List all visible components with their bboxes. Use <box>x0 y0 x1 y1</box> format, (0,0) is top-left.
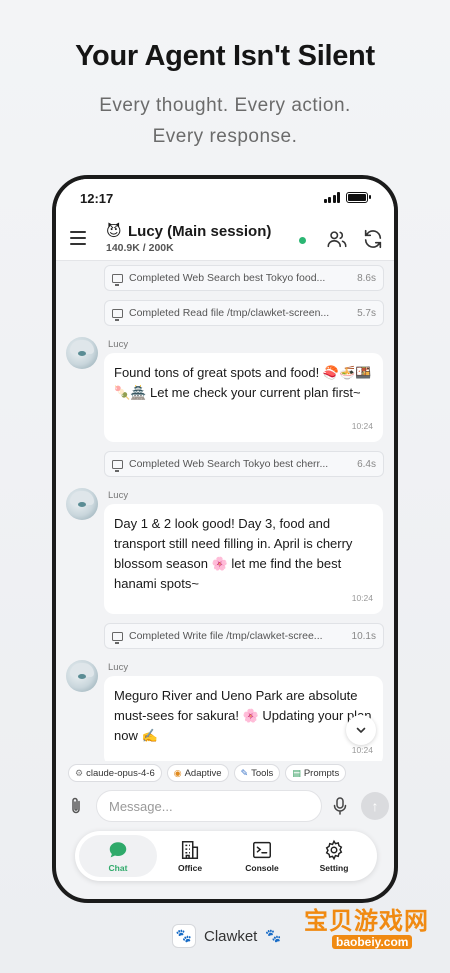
chat-bubble-icon <box>109 842 127 858</box>
message-text: Day 1 & 2 look good! Day 3, food and tra… <box>114 516 353 591</box>
thinking-chip-label: Adaptive <box>184 767 222 779</box>
chevron-down-icon <box>356 727 366 733</box>
composer: ↑ <box>56 790 394 824</box>
microphone-icon[interactable] <box>332 796 348 816</box>
hero-title: Your Agent Isn't Silent <box>75 40 375 72</box>
scroll-to-bottom-button[interactable] <box>346 715 376 745</box>
message-input[interactable] <box>96 790 322 822</box>
tab-office-label: Office <box>177 863 203 873</box>
tool-call-row[interactable]: Completed Web Search Tokyo best cherr...… <box>104 451 384 477</box>
session-title[interactable]: Lucy (Main session) <box>128 223 271 240</box>
message-sender: Lucy <box>108 490 129 501</box>
status-time: 12:17 <box>80 191 114 206</box>
watermark: 宝贝游戏网 baobeiy.com <box>296 885 446 965</box>
paw-icon: 🐾 <box>265 928 282 943</box>
message-sender: Lucy <box>108 662 129 673</box>
thinking-chip[interactable]: ◉ Adaptive <box>166 764 229 782</box>
wrench-icon: ✎ <box>240 767 249 778</box>
tool-call-duration: 5.7s <box>357 307 376 319</box>
monitor-icon <box>112 273 123 286</box>
tab-chat[interactable]: Chat <box>79 835 157 877</box>
terminal-icon <box>253 841 271 859</box>
composer-chips: ⚙ claude-opus-4-6 ◉ Adaptive ✎ Tools ▤ Promp… <box>68 764 347 782</box>
model-chip-label: claude-opus-4-6 <box>86 767 155 779</box>
tool-call-text: Completed Read file /tmp/clawket-screen.… <box>129 307 330 319</box>
hero-subtitle-line1: Every thought. Every action. <box>99 95 351 116</box>
connection-status-dot <box>299 237 306 244</box>
agent-avatar <box>66 488 98 520</box>
tool-call-text: Completed Web Search Tokyo best cherr... <box>129 458 329 470</box>
tool-call-row[interactable]: Completed Write file /tmp/clawket-scree.… <box>104 623 384 649</box>
chat-transcript[interactable]: Completed Web Search best Tokyo food... … <box>56 261 394 761</box>
watermark-text: 宝贝游戏网 <box>304 907 429 935</box>
tab-setting-label: Setting <box>319 863 349 873</box>
assistant-message: Day 1 & 2 look good! Day 3, food and tra… <box>104 504 383 614</box>
token-usage: 140.9K / 200K <box>106 242 174 254</box>
assistant-message: Meguro River and Ueno Park are absolute … <box>104 676 383 761</box>
phone-frame: 12:17 😈 Lucy (Main session) 140.9K / 200… <box>52 175 398 903</box>
chat-header: 😈 Lucy (Main session) 140.9K / 200K <box>56 217 394 261</box>
agents-icon[interactable] <box>326 228 348 250</box>
tab-office[interactable]: Office <box>151 835 229 877</box>
paperclip-icon[interactable] <box>68 796 84 816</box>
status-icons <box>323 192 371 203</box>
tool-call-duration: 6.4s <box>357 458 376 470</box>
monitor-icon <box>112 459 123 472</box>
prompts-chip-label: Prompts <box>303 767 340 779</box>
app-name: Clawket <box>204 927 258 945</box>
signal-icon <box>323 192 340 203</box>
bottom-tab-bar: Chat Office Console Setting <box>75 831 377 881</box>
gear-icon <box>325 839 343 861</box>
model-icon: ⚙ <box>75 767 84 778</box>
message-text: Found tons of great spots and food! 🍣🍜🍱🍡… <box>114 365 372 400</box>
tab-console[interactable]: Console <box>223 835 301 877</box>
tool-call-text: Completed Web Search best Tokyo food... <box>129 272 326 284</box>
hero-subtitle: Every thought. Every action. Every respo… <box>0 90 450 152</box>
arrow-up-icon: ↑ <box>371 798 379 814</box>
send-button[interactable]: ↑ <box>361 792 389 820</box>
assistant-message: Found tons of great spots and food! 🍣🍜🍱🍡… <box>104 353 383 442</box>
monitor-icon <box>112 631 123 644</box>
watermark-url: baobeiy.com <box>332 935 413 949</box>
lightbulb-icon: ◉ <box>173 767 182 778</box>
battery-icon <box>346 192 371 203</box>
menu-icon[interactable] <box>70 231 86 245</box>
tab-console-label: Console <box>245 863 279 873</box>
agent-avatar <box>66 660 98 692</box>
clawket-logo-icon: 🐾 <box>172 924 196 948</box>
monitor-icon <box>112 308 123 321</box>
tools-chip[interactable]: ✎ Tools <box>233 764 281 782</box>
message-text: Meguro River and Ueno Park are absolute … <box>114 688 372 743</box>
message-time: 10:24 <box>351 593 373 603</box>
prompts-icon: ▤ <box>292 767 301 778</box>
tab-chat-label: Chat <box>108 863 128 873</box>
status-bar: 12:17 <box>56 179 394 217</box>
tool-call-row[interactable]: Completed Web Search best Tokyo food... … <box>104 265 384 291</box>
refresh-icon[interactable] <box>362 228 384 250</box>
tool-call-text: Completed Write file /tmp/clawket-scree.… <box>129 630 323 642</box>
app-brand: 🐾 Clawket 🐾 <box>172 924 282 948</box>
building-icon <box>181 841 199 859</box>
model-chip[interactable]: ⚙ claude-opus-4-6 <box>68 764 162 782</box>
tool-call-duration: 8.6s <box>357 272 376 284</box>
message-time: 10:24 <box>351 421 373 431</box>
tools-chip-label: Tools <box>251 767 274 779</box>
session-avatar-emoji: 😈 <box>106 223 122 240</box>
hero-subtitle-line2: Every response. <box>152 126 298 147</box>
tool-call-duration: 10.1s <box>351 630 376 642</box>
agent-avatar <box>66 337 98 369</box>
prompts-chip[interactable]: ▤ Prompts <box>285 764 347 782</box>
tool-call-row[interactable]: Completed Read file /tmp/clawket-screen.… <box>104 300 384 326</box>
tab-setting[interactable]: Setting <box>295 835 373 877</box>
message-sender: Lucy <box>108 339 129 350</box>
